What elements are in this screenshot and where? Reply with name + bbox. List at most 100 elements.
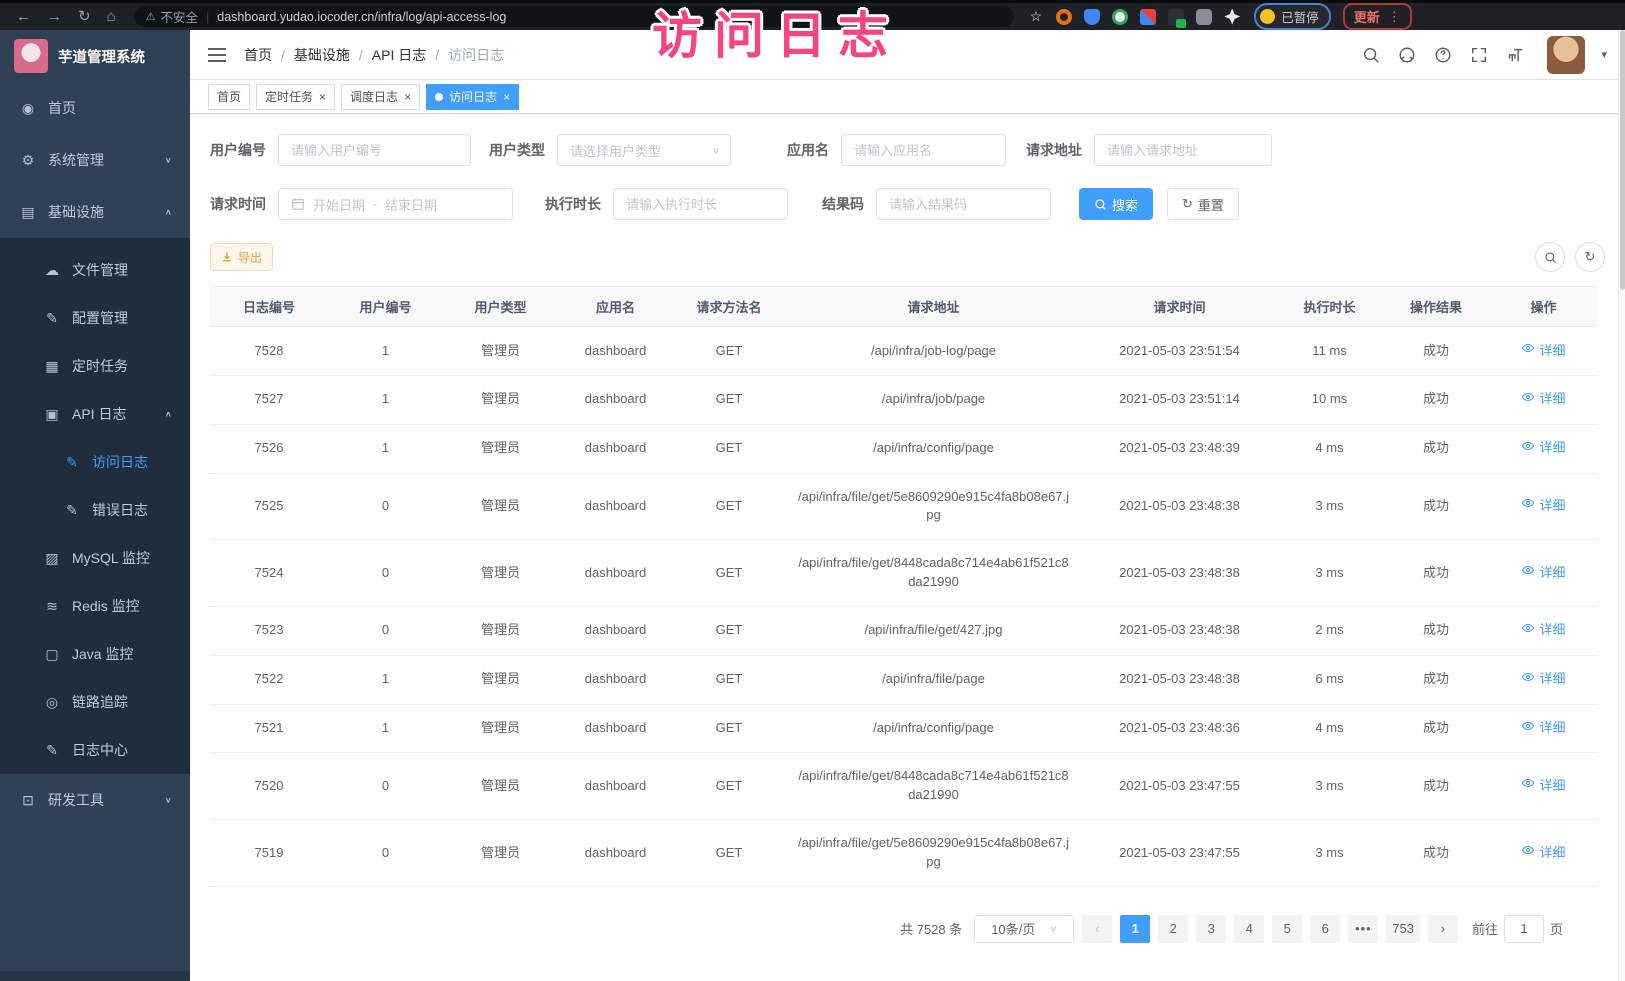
browser-menu-dots-icon[interactable]: ⋮: [1388, 9, 1401, 25]
sidebar-item[interactable]: ✎访问日志: [0, 438, 190, 486]
update-label: 更新: [1354, 7, 1380, 26]
detail-link[interactable]: 详细: [1521, 496, 1565, 516]
chevron-down-icon: ∨: [165, 156, 172, 165]
extension-icon[interactable]: [1140, 9, 1156, 25]
help-icon[interactable]: [1433, 45, 1453, 65]
duration-input[interactable]: [626, 197, 775, 212]
browser-update-button[interactable]: 更新 ⋮: [1343, 3, 1412, 30]
scrollbar[interactable]: [1618, 30, 1625, 981]
sidebar-item[interactable]: ◉首页: [0, 82, 190, 134]
result-code-input[interactable]: [889, 197, 1038, 212]
page-button[interactable]: 6: [1310, 915, 1340, 943]
browser-home-icon[interactable]: ⌂: [107, 9, 116, 24]
cell-actions: 详细: [1490, 424, 1597, 473]
sidebar-item[interactable]: ✎错误日志: [0, 486, 190, 534]
extension-icon[interactable]: [1112, 9, 1128, 25]
cell-user-type: 管理员: [443, 655, 558, 704]
user-type-select[interactable]: 请选择用户类型 ∨: [557, 134, 731, 166]
font-size-icon[interactable]: [1505, 45, 1525, 65]
close-icon[interactable]: ×: [404, 91, 411, 103]
avatar-caret-down-icon[interactable]: ▾: [1601, 48, 1607, 61]
app-name-input[interactable]: [854, 143, 993, 158]
sidebar-item[interactable]: ◎链路追踪: [0, 678, 190, 726]
reset-button[interactable]: ↻ 重置: [1167, 188, 1239, 220]
cell-request-time: 2021-05-03 23:51:54: [1082, 327, 1277, 376]
page-button[interactable]: 753: [1386, 915, 1420, 943]
sidebar-item[interactable]: ▣API 日志∧: [0, 390, 190, 438]
fullscreen-icon[interactable]: [1469, 45, 1489, 65]
sidebar-item[interactable]: ▢Java 监控: [0, 630, 190, 678]
cell-result: 成功: [1382, 327, 1490, 376]
detail-link[interactable]: 详细: [1521, 563, 1565, 583]
export-button[interactable]: 导出: [210, 243, 273, 271]
tag-active[interactable]: 访问日志×: [426, 84, 519, 110]
goto-page-input[interactable]: [1504, 915, 1544, 943]
profile-paused-badge[interactable]: 已暂停: [1254, 3, 1331, 30]
extension-icon[interactable]: [1196, 9, 1212, 25]
prev-page-button[interactable]: ‹: [1082, 915, 1112, 943]
browser-back-icon[interactable]: ←: [16, 9, 31, 24]
extension-icon[interactable]: [1224, 9, 1240, 25]
tag-item[interactable]: 调度日志×: [341, 84, 420, 110]
user-avatar[interactable]: [1547, 36, 1585, 74]
table-row: 75271管理员dashboardGET/api/infra/job/page2…: [210, 375, 1597, 424]
close-icon[interactable]: ×: [319, 91, 326, 103]
extension-icon[interactable]: [1084, 9, 1100, 25]
sidebar-item[interactable]: ✎日志中心: [0, 726, 190, 774]
refresh-table-button[interactable]: ↻: [1575, 242, 1605, 272]
page-button[interactable]: 2: [1158, 915, 1188, 943]
date-range-picker[interactable]: 开始日期 - 结束日期: [278, 188, 513, 220]
sidebar-item[interactable]: ☁文件管理: [0, 238, 190, 294]
close-icon[interactable]: ×: [503, 91, 510, 103]
detail-link[interactable]: 详细: [1521, 670, 1565, 690]
breadcrumb-item[interactable]: 基础设施: [294, 45, 350, 65]
app-logo[interactable]: 芋道管理系统: [0, 30, 190, 82]
search-button[interactable]: 搜索: [1079, 188, 1153, 220]
page-size-select[interactable]: 10条/页 ∨: [974, 915, 1074, 943]
bookmark-star-icon[interactable]: ☆: [1030, 8, 1043, 25]
detail-link[interactable]: 详细: [1521, 843, 1565, 863]
next-page-button[interactable]: ›: [1428, 915, 1458, 943]
extension-icon[interactable]: [1168, 9, 1184, 25]
request-url-input[interactable]: [1107, 143, 1259, 158]
detail-link[interactable]: 详细: [1521, 621, 1565, 641]
sidebar-item[interactable]: ⊡研发工具∨: [0, 774, 190, 826]
security-label[interactable]: 不安全: [161, 7, 199, 26]
extension-icon[interactable]: [1056, 9, 1072, 25]
cell-log-id: 7520: [210, 753, 328, 820]
browser-forward-icon[interactable]: →: [47, 9, 62, 24]
detail-link[interactable]: 详细: [1521, 719, 1565, 739]
breadcrumb-item[interactable]: API 日志: [372, 45, 426, 65]
toggle-search-button[interactable]: [1535, 242, 1565, 272]
top-navbar: 首页/基础设施/API 日志/访问日志 ▾: [190, 30, 1625, 80]
infrastructure-icon: ▤: [20, 204, 36, 221]
hamburger-icon[interactable]: [208, 48, 226, 62]
sidebar-item[interactable]: ≋Redis 监控: [0, 582, 190, 630]
page-button[interactable]: 3: [1196, 915, 1226, 943]
page-button[interactable]: 5: [1272, 915, 1302, 943]
sidebar-item[interactable]: ✎配置管理: [0, 294, 190, 342]
github-icon[interactable]: [1397, 45, 1417, 65]
scrollbar-thumb[interactable]: [1620, 30, 1625, 290]
pager-ellipsis[interactable]: •••: [1348, 915, 1378, 943]
breadcrumb-item[interactable]: 首页: [244, 45, 272, 65]
sidebar-item[interactable]: ▤基础设施∧: [0, 186, 190, 238]
tag-item[interactable]: 首页: [208, 84, 250, 110]
search-icon[interactable]: [1361, 45, 1381, 65]
address-bar[interactable]: ⚠ 不安全 | dashboard.yudao.iocoder.cn/infra…: [134, 6, 1014, 27]
page-button[interactable]: 4: [1234, 915, 1264, 943]
sidebar-item[interactable]: ▦定时任务: [0, 342, 190, 390]
sidebar-item[interactable]: ▨MySQL 监控: [0, 534, 190, 582]
sidebar-item[interactable]: ⚙系统管理∨: [0, 134, 190, 186]
page-url[interactable]: dashboard.yudao.iocoder.cn/infra/log/api…: [217, 10, 506, 24]
browser-reload-icon[interactable]: ↻: [78, 9, 91, 24]
detail-link[interactable]: 详细: [1521, 439, 1565, 459]
cell-user-id: 0: [328, 606, 443, 655]
detail-link[interactable]: 详细: [1521, 776, 1565, 796]
detail-link[interactable]: 详细: [1521, 341, 1565, 361]
cell-request-time: 2021-05-03 23:47:55: [1082, 753, 1277, 820]
detail-link[interactable]: 详细: [1521, 390, 1565, 410]
page-button[interactable]: 1: [1120, 915, 1150, 943]
tag-item[interactable]: 定时任务×: [256, 84, 335, 110]
user-id-input[interactable]: [291, 143, 458, 158]
